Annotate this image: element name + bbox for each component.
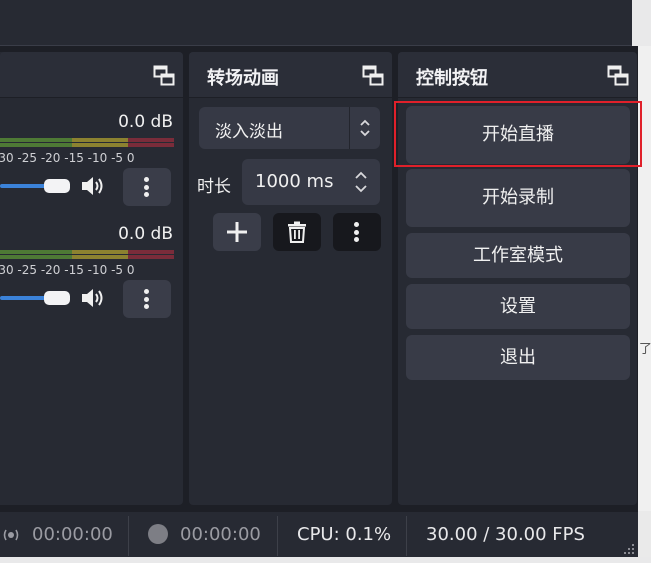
window-edge xyxy=(632,0,651,46)
start-streaming-button[interactable]: 开始直播 xyxy=(406,106,630,164)
volume-slider-handle[interactable] xyxy=(44,179,70,193)
volume-slider-track[interactable] xyxy=(0,184,48,188)
kebab-icon xyxy=(144,177,150,197)
edge-glyph: 了 xyxy=(639,342,651,357)
volume-slider-handle[interactable] xyxy=(44,291,70,305)
audio-mixer-title-bar xyxy=(0,52,183,98)
plus-icon xyxy=(227,222,247,242)
channel-db-label: 0.0 dB xyxy=(118,224,173,244)
undock-icon[interactable] xyxy=(153,65,175,87)
studio-mode-button[interactable]: 工作室模式 xyxy=(406,233,630,278)
cpu-usage: CPU: 0.1% xyxy=(297,524,392,545)
transition-type-value: 淡入淡出 xyxy=(215,122,283,142)
controls-title: 控制按钮 xyxy=(416,68,488,89)
duration-value: 1000 ms xyxy=(255,171,334,192)
undock-icon[interactable] xyxy=(362,65,384,87)
top-panel-strip xyxy=(0,0,632,46)
spin-arrows-icon[interactable] xyxy=(353,168,369,196)
add-transition-button[interactable] xyxy=(213,213,261,251)
stream-status-icon xyxy=(3,529,19,541)
transition-type-select[interactable]: 淡入淡出 xyxy=(199,107,380,149)
volume-meter xyxy=(0,250,174,260)
undock-icon[interactable] xyxy=(607,65,629,87)
select-divider xyxy=(349,107,350,149)
window-edge xyxy=(638,511,651,557)
duration-label: 时长 xyxy=(197,177,231,197)
stream-time: 00:00:00 xyxy=(32,524,113,545)
resize-grip-icon[interactable] xyxy=(623,543,635,555)
kebab-icon xyxy=(354,222,360,242)
record-status-icon xyxy=(148,524,168,544)
meter-scale: -30 -25 -20 -15 -10 -5 0 xyxy=(0,263,135,277)
speaker-icon[interactable] xyxy=(80,174,106,198)
fps-readout: 30.00 / 30.00 FPS xyxy=(426,524,585,545)
remove-transition-button[interactable] xyxy=(273,213,321,251)
speaker-icon[interactable] xyxy=(80,286,106,310)
kebab-icon xyxy=(144,289,150,309)
channel-db-label: 0.0 dB xyxy=(118,112,173,132)
controls-title-bar: 控制按钮 xyxy=(398,52,637,98)
volume-slider-track[interactable] xyxy=(0,296,48,300)
duration-spinbox[interactable]: 1000 ms xyxy=(242,159,380,205)
audio-mixer-dock: 0.0 dB -30 -25 -20 -15 -10 -5 0 0.0 dB -… xyxy=(0,52,183,505)
controls-dock: 控制按钮 开始直播 开始录制 工作室模式 设置 退出 xyxy=(398,52,637,505)
volume-meter xyxy=(0,138,174,148)
settings-button[interactable]: 设置 xyxy=(406,284,630,329)
meter-scale: -30 -25 -20 -15 -10 -5 0 xyxy=(0,151,135,165)
channel-menu-button[interactable] xyxy=(123,168,171,206)
window-bottom-edge xyxy=(0,557,651,563)
transitions-title: 转场动画 xyxy=(207,68,279,89)
chevron-updown-icon xyxy=(360,119,370,137)
status-bar: 00:00:00 00:00:00 CPU: 0.1% 30.00 / 30.0… xyxy=(0,511,638,557)
exit-button[interactable]: 退出 xyxy=(406,335,630,380)
transitions-title-bar: 转场动画 xyxy=(189,52,392,98)
record-time: 00:00:00 xyxy=(180,524,261,545)
start-recording-button[interactable]: 开始录制 xyxy=(406,169,630,227)
right-window-edge: 了 xyxy=(638,46,651,511)
transition-menu-button[interactable] xyxy=(333,213,381,251)
channel-menu-button[interactable] xyxy=(123,280,171,318)
transitions-dock: 转场动画 淡入淡出 时长 1000 ms xyxy=(189,52,392,505)
trash-icon xyxy=(288,221,306,243)
